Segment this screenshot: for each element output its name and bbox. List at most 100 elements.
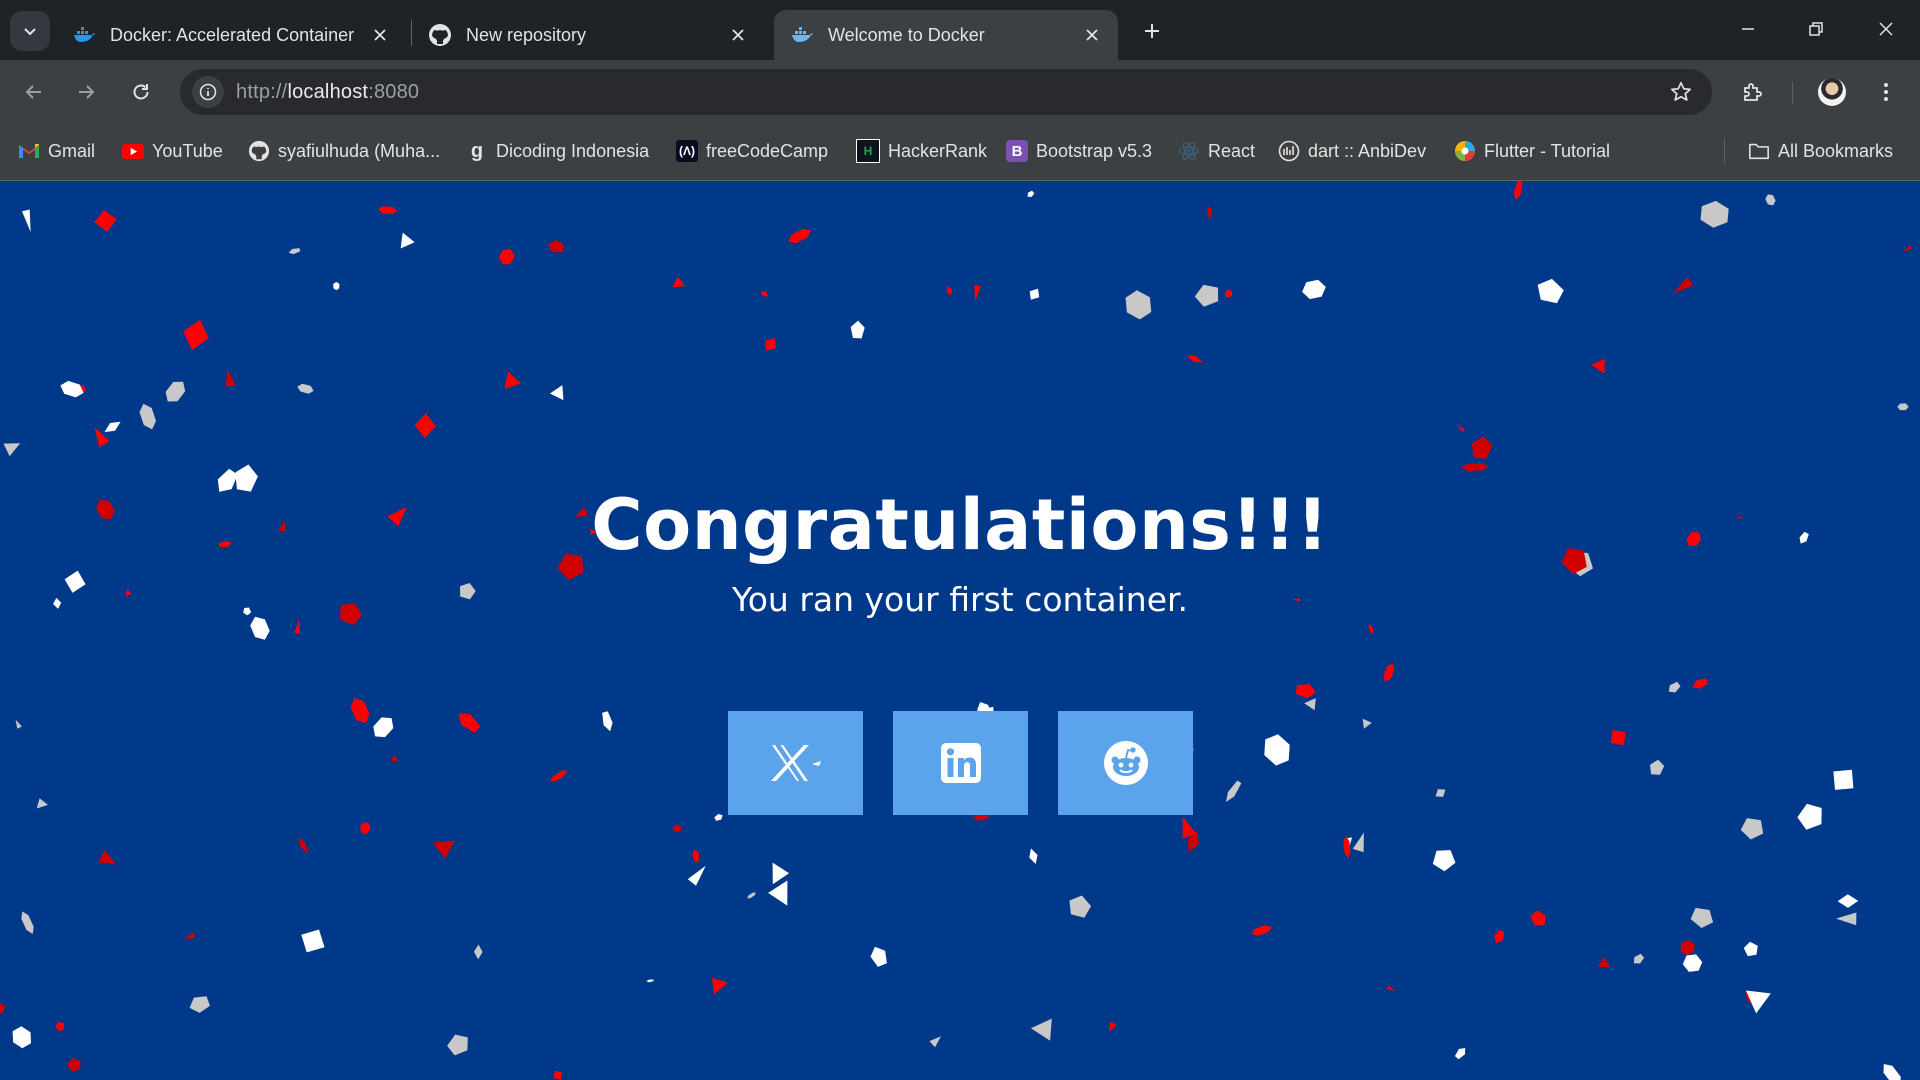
share-linkedin-button[interactable] [893,711,1028,815]
confetti-piece [687,865,706,886]
confetti-piece [1362,718,1372,729]
bookmark-dicoding[interactable]: g Dicoding Indonesia [466,139,649,163]
confetti-piece [1264,734,1290,766]
confetti-piece [414,413,436,439]
confetti-piece [1207,206,1212,219]
bookmark-hackerrank[interactable]: H HackerRank [856,139,987,163]
flutter-icon [1454,140,1476,162]
bookmark-flutter[interactable]: Flutter - Tutorial [1454,139,1610,163]
confetti-piece [760,291,769,297]
confetti-piece [1029,288,1040,300]
bookmark-label: Flutter - Tutorial [1484,140,1611,161]
bookmark-bootstrap[interactable]: B Bootstrap v5.3 [1006,139,1152,163]
confetti-piece [1456,424,1465,433]
tab-welcome-to-docker[interactable]: Welcome to Docker [774,10,1118,60]
confetti-piece [768,880,788,906]
close-icon[interactable] [1080,23,1104,47]
site-info-icon[interactable] [192,76,224,108]
confetti-piece [1471,436,1493,459]
confetti-piece [458,713,481,733]
back-button[interactable] [14,72,54,112]
confetti-piece [1680,940,1695,956]
confetti-piece [1295,684,1316,699]
github-icon [248,140,270,162]
new-tab-button[interactable] [1135,14,1169,48]
confetti-piece [1610,730,1626,746]
confetti-piece [474,944,483,960]
bookmark-github-profile[interactable]: syafiulhuda (Muha... [248,139,440,163]
address-bar[interactable]: http://localhost:8080 [180,69,1712,115]
dicoding-icon: g [470,139,484,162]
avatar [1818,78,1846,106]
anbidev-icon [1278,140,1300,162]
close-icon[interactable] [368,23,392,47]
confetti-piece [1513,181,1523,201]
minimize-icon [1742,28,1754,30]
confetti-piece [1537,278,1564,304]
confetti-piece [1386,985,1395,992]
confetti-piece [765,338,776,351]
forward-button[interactable] [66,72,106,112]
close-window-button[interactable] [1858,8,1914,50]
url-text[interactable]: http://localhost:8080 [236,81,419,104]
bookmark-label: React [1208,140,1256,161]
bookmark-anbidev[interactable]: dart :: AnbiDev [1278,139,1426,163]
confetti-piece [870,946,887,967]
profile-button[interactable] [1812,72,1852,112]
url-port: :8080 [368,81,420,103]
bookmark-react[interactable]: React [1178,139,1255,163]
minimize-button[interactable] [1720,8,1776,50]
bookmark-youtube[interactable]: YouTube [122,139,223,163]
confetti-piece [850,320,865,339]
confetti-piece [1797,803,1822,830]
confetti-piece [1883,1064,1901,1080]
bookmark-label: Bootstrap v5.3 [1036,140,1153,161]
tab-search-button[interactable] [10,11,50,51]
confetti-piece [447,1034,468,1056]
bookmark-label: freeCodeCamp [706,140,829,161]
all-bookmarks-button[interactable]: All Bookmarks [1748,139,1893,163]
confetti-piece [673,824,682,833]
close-icon[interactable] [726,23,750,47]
confetti-piece [1835,912,1857,926]
share-reddit-button[interactable] [1058,711,1193,815]
tab-title: New repository [466,24,587,45]
chevron-down-icon [24,28,36,36]
confetti-piece [3,443,21,457]
confetti-piece [1765,194,1776,206]
confetti-piece [1591,358,1605,374]
youtube-icon [122,140,144,162]
confetti-piece [1530,910,1546,926]
confetti-piece [1125,290,1152,320]
confetti-piece [1302,279,1326,300]
bookmark-freecodecamp[interactable]: (Λ) freeCodeCamp [676,139,828,163]
extensions-button[interactable] [1733,72,1773,112]
restore-button[interactable] [1788,8,1844,50]
confetti-piece [1833,769,1854,790]
confetti-piece [225,369,236,387]
confetti-piece [1897,403,1909,411]
tab-new-repository[interactable]: New repository [412,10,764,60]
bookmark-star-icon[interactable] [1668,79,1694,105]
bookmark-label: YouTube [152,140,223,161]
reload-button[interactable] [121,72,161,112]
confetti-piece [946,286,953,296]
arrow-left-icon [25,85,41,99]
page-content: Congratulations!!! You ran your first co… [0,181,1920,1080]
x-icon [770,745,821,781]
tab-title: Welcome to Docker [828,24,985,45]
confetti-piece [1740,818,1764,840]
linkedin-icon [940,743,981,783]
share-x-button[interactable] [728,711,863,815]
tab-docker-home[interactable]: Docker: Accelerated Container Applicatio… [56,10,406,60]
bookmark-gmail[interactable]: Gmail [18,139,95,163]
confetti-piece [1454,1048,1466,1060]
confetti-piece [94,210,117,232]
bookmark-label: All Bookmarks [1778,140,1894,161]
confetti-piece [360,822,371,834]
tab-strip: Docker: Accelerated Container Applicatio… [0,0,1920,60]
toolbar-divider [1792,82,1793,104]
confetti-piece [692,848,699,863]
confetti-piece [553,1070,563,1080]
menu-button[interactable] [1866,72,1906,112]
